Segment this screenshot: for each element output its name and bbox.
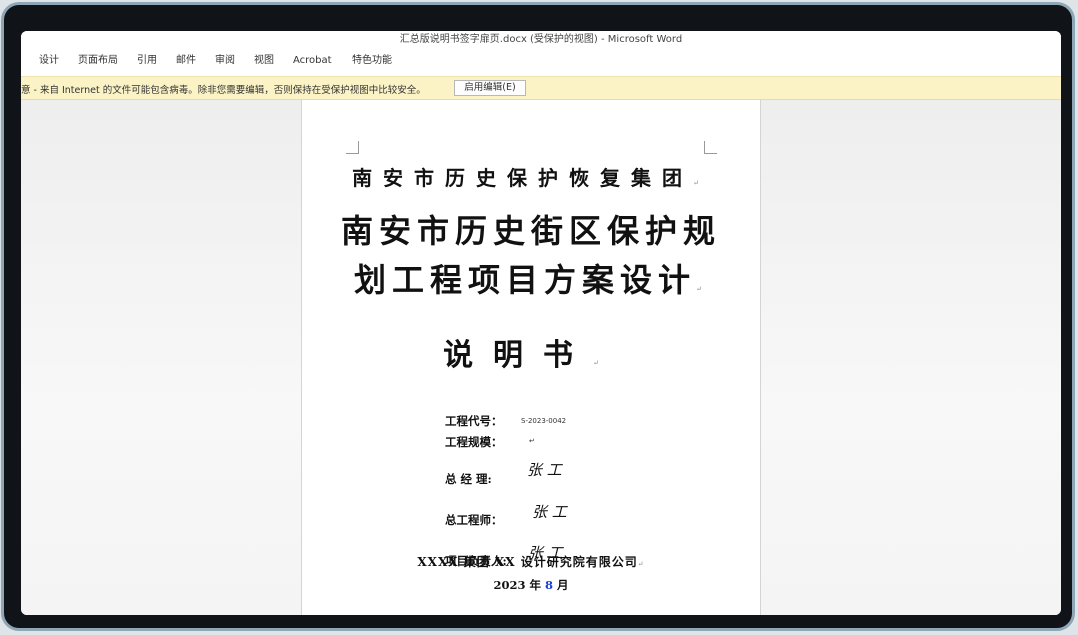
tab-view[interactable]: 视图 [254,54,274,68]
date-month: 8 [545,578,554,592]
chief-engineer-label: 总工程师： [445,513,503,527]
paragraph-mark: ↵ [529,437,535,445]
tab-review[interactable]: 审阅 [215,54,235,68]
project-code-label: 工程代号： [445,414,503,428]
enable-editing-button[interactable]: 启用编辑(E) [454,80,526,96]
project-code-value: S-2023-0042 [521,417,567,425]
tab-special-features[interactable]: 特色功能 [352,54,392,68]
document-workspace[interactable]: 南安市历史保护恢复集团↵ 南安市历史街区保护规 划工程项目方案设计↵ 说明书↵ … [21,100,1061,615]
document-subtitle: 说明书↵ [443,338,619,373]
tab-page-layout[interactable]: 页面布局 [78,54,118,68]
tablet-frame: 汇总版说明书签字扉页.docx (受保护的视图) - Microsoft Wor… [1,2,1075,631]
signature-chief-engineer: 张 工 [532,503,567,521]
project-scale-label: 工程规模： [445,435,503,449]
margin-corner-top-right [704,141,717,154]
ribbon-tabs: 设计 页面布局 引用 邮件 审阅 视图 Acrobat 特色功能 [21,49,1061,75]
project-title-line-1: 南安市历史街区保护规 [340,212,721,250]
signature-general-manager: 张 工 [527,461,562,479]
document-page[interactable]: 南安市历史保护恢复集团↵ 南安市历史街区保护规 划工程项目方案设计↵ 说明书↵ … [301,100,761,615]
tab-references[interactable]: 引用 [137,54,157,68]
organization-name: 南安市历史保护恢复集团↵ [352,166,710,190]
tab-acrobat[interactable]: Acrobat [293,54,332,68]
margin-corner-top-left [346,141,359,154]
tab-design[interactable]: 设计 [39,54,59,68]
company-name: XXXX 集团 XX 设计研究院有限公司↵ [417,555,645,569]
word-window: 汇总版说明书签字扉页.docx (受保护的视图) - Microsoft Wor… [21,31,1061,615]
general-manager-label: 总 经 理: [445,472,492,486]
document-date: 2023 年 8 月 [493,578,569,592]
protected-view-bar: 意 - 来自 Internet 的文件可能包含病毒。除非您需要编辑，否则保持在受… [21,76,1061,100]
project-title-line-2: 划工程项目方案设计↵ [354,261,708,299]
window-title: 汇总版说明书签字扉页.docx (受保护的视图) - Microsoft Wor… [21,31,1061,49]
protected-view-message: 意 - 来自 Internet 的文件可能包含病毒。除非您需要编辑，否则保持在受… [21,85,426,96]
tab-mailings[interactable]: 邮件 [176,54,196,68]
